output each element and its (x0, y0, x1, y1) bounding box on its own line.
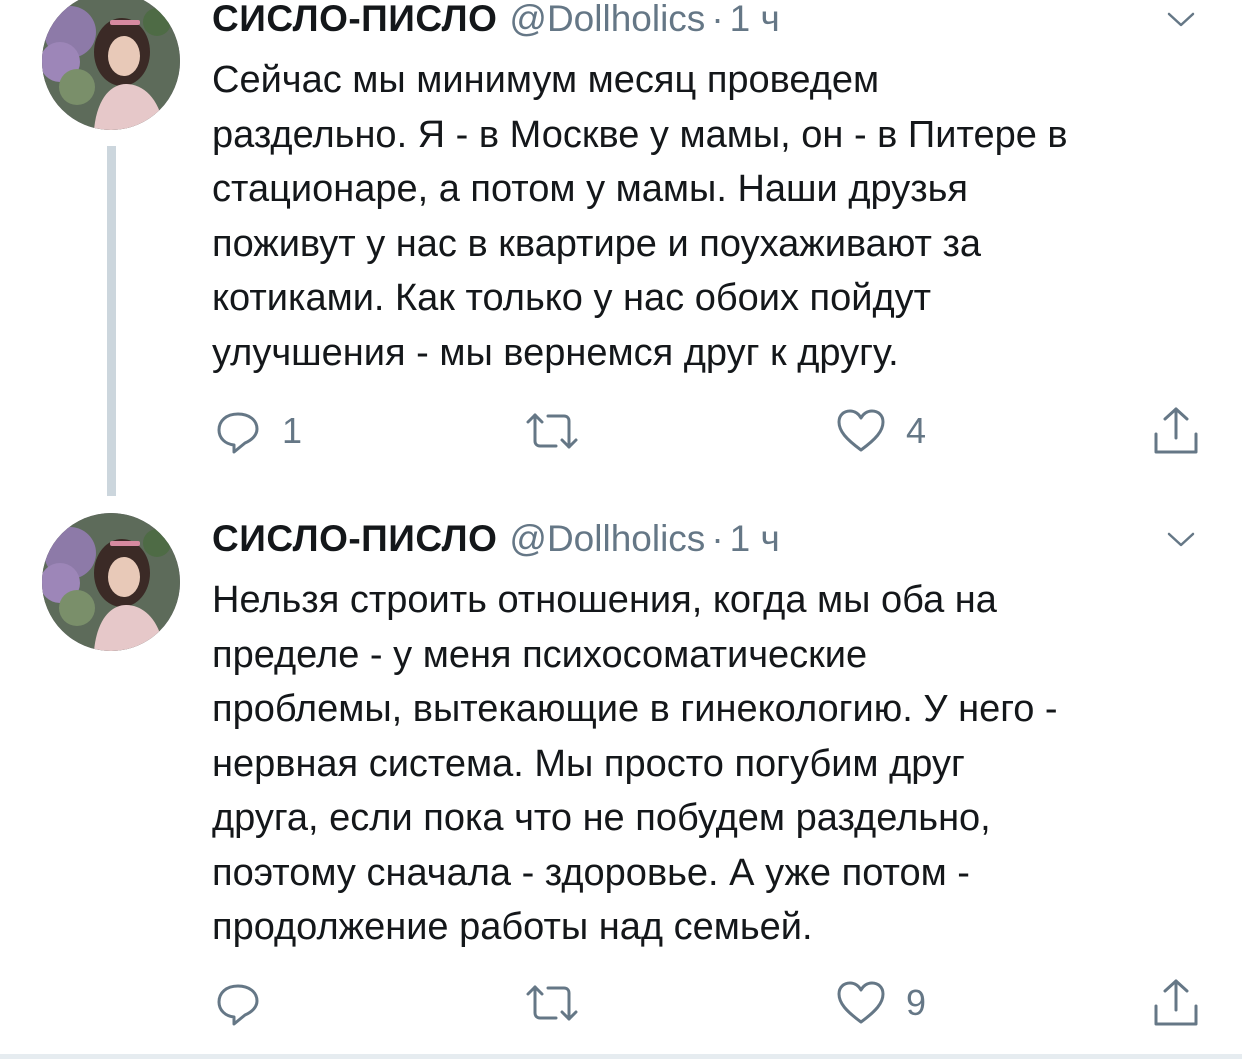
share-icon (1154, 407, 1198, 454)
text-line: поживут у нас в квартире и поухаживают з… (212, 222, 981, 265)
text-line: нервная система. Мы просто погубим друг (212, 742, 965, 785)
retweet-icon (526, 413, 578, 449)
bottom-divider (0, 1054, 1242, 1059)
text-line: стационаре, а потом у мамы. Наши друзья (212, 168, 968, 210)
chevron-down-icon[interactable] (1166, 530, 1196, 550)
share-button[interactable] (1152, 401, 1200, 461)
reply-button[interactable] (214, 973, 282, 1033)
separator-dot: · (711, 0, 724, 39)
text-line: котиками. Как только у нас обоих пойдут (212, 277, 932, 319)
like-button[interactable]: 9 (836, 973, 926, 1033)
text-line: пределе - у меня психосоматические (212, 633, 868, 676)
timestamp[interactable]: 1 ч (730, 0, 780, 39)
text-line: Нельзя строить отношения, когда мы оба н… (212, 579, 997, 621)
chevron-down-icon[interactable] (1166, 10, 1196, 30)
avatar[interactable] (42, 513, 180, 651)
tweet-2[interactable]: СИСЛО-ПИСЛО @Dollholics · 1 ч Нельзя строит… (0, 510, 1242, 1059)
display-name[interactable]: СИСЛО-ПИСЛО (212, 518, 497, 559)
reply-icon (217, 412, 259, 454)
separator-dot: · (711, 518, 724, 559)
share-button[interactable] (1152, 973, 1200, 1033)
timestamp[interactable]: 1 ч (730, 518, 780, 559)
text-line: раздельно. Я - в Москве у мамы, он - в П… (212, 113, 1068, 156)
heart-icon (837, 409, 885, 452)
avatar[interactable] (42, 0, 180, 130)
tweet-1[interactable]: СИСЛО-ПИСЛО @Dollholics · 1 ч Сейчас мы мин… (0, 0, 1242, 500)
text-line: продолжение работы над семьей. (212, 906, 813, 948)
text-line: улучшения - мы вернемся друг к другу. (212, 331, 899, 374)
reply-button[interactable]: 1 (214, 401, 302, 461)
tweet-text: Сейчас мы минимум месяц проведем раздель… (212, 53, 1212, 380)
tweet-header: СИСЛО-ПИСЛО @Dollholics · 1 ч (212, 516, 1192, 562)
text-line: проблемы, вытекающие в гинекологию. У не… (212, 688, 1058, 730)
reply-count: 1 (282, 410, 303, 451)
text-line: поэтому сначала - здоровье. А уже потом … (212, 851, 970, 894)
user-handle[interactable]: @Dollholics (509, 518, 705, 559)
tweet-actions: 9 (0, 973, 1242, 1033)
retweet-button[interactable] (524, 973, 600, 1033)
reply-icon (217, 984, 259, 1026)
avatar-image (42, 0, 180, 130)
text-line: друга, если пока что не побудем раздельн… (212, 797, 991, 839)
tweet-actions: 1 4 (0, 401, 1242, 461)
text-line: Сейчас мы минимум месяц проведем (212, 59, 880, 101)
like-count: 4 (906, 410, 927, 451)
tweet-header: СИСЛО-ПИСЛО @Dollholics · 1 ч (212, 0, 1192, 42)
display-name[interactable]: СИСЛО-ПИСЛО (212, 0, 497, 39)
avatar-image (42, 513, 180, 651)
retweet-button[interactable] (524, 401, 600, 461)
tweet-text: Нельзя строить отношения, когда мы оба н… (212, 573, 1212, 955)
heart-icon (837, 981, 885, 1024)
share-icon (1154, 979, 1198, 1026)
user-handle[interactable]: @Dollholics (509, 0, 705, 39)
retweet-icon (526, 985, 578, 1021)
like-count: 9 (906, 982, 927, 1023)
like-button[interactable]: 4 (836, 401, 926, 461)
